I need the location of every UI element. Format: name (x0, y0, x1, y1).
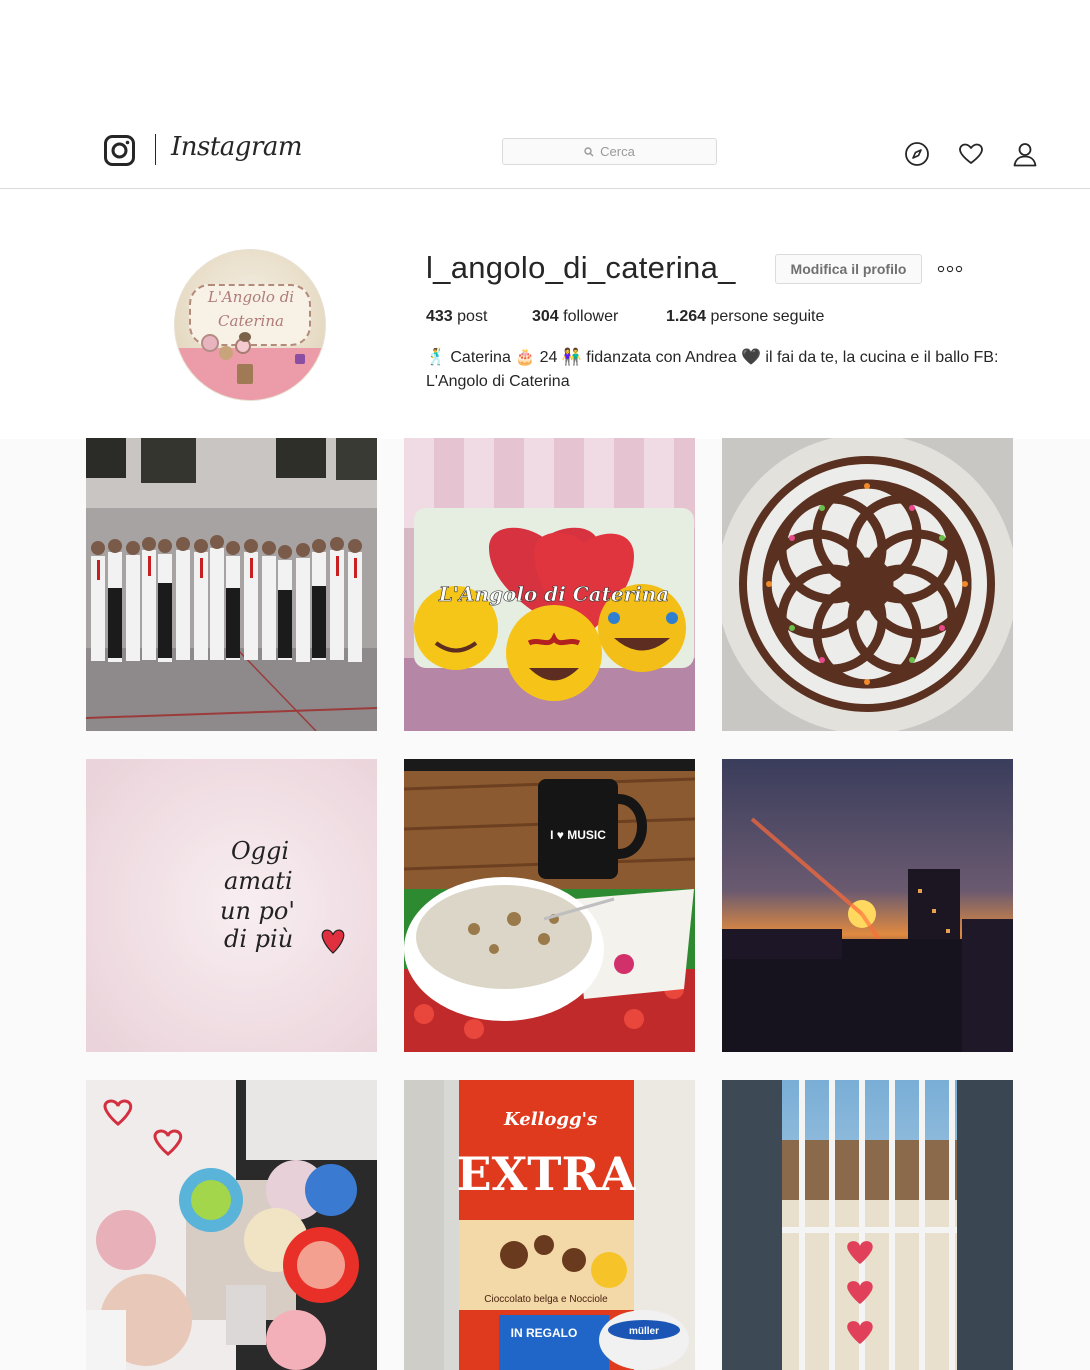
sunset-photo (722, 759, 1013, 1052)
avatar-text-line2: Caterina (218, 312, 284, 330)
post-tile[interactable]: Kellogg's EXTRA Cioccolato belga e Nocci… (404, 1080, 695, 1370)
heart-icon[interactable] (958, 141, 984, 167)
posts-stat: 433 post (426, 308, 487, 326)
window-view-photo (722, 1080, 1013, 1370)
top-navbar: Instagram Cerca (0, 118, 1090, 189)
baking-cups-photo (86, 1080, 377, 1370)
post-tile[interactable] (722, 759, 1013, 1052)
search-placeholder: Cerca (600, 144, 635, 159)
profile-username: l_angolo_di_caterina_ (426, 250, 736, 285)
yogurt-brand-text: müller (629, 1326, 659, 1337)
nav-divider (155, 134, 156, 165)
instagram-glyph-icon[interactable] (104, 135, 135, 166)
post-tile[interactable]: Oggi amati un po' di più (86, 759, 377, 1052)
top-blank-area (0, 0, 1090, 118)
decorated-cake-photo (722, 438, 1013, 731)
box-subtitle-text: Cioccolato belga e Nocciole (484, 1294, 608, 1305)
breakfast-bowl-photo: I ♥ MUSIC (404, 759, 695, 1052)
post-tile[interactable]: L'Angolo di Caterina (404, 438, 695, 731)
following-label: persone seguite (710, 308, 825, 325)
cereal-box-photo: Kellogg's EXTRA Cioccolato belga e Nocci… (404, 1080, 695, 1370)
quote-line-1: Oggi (231, 837, 289, 865)
following-stat[interactable]: 1.264 persone seguite (666, 308, 824, 326)
post-tile[interactable] (722, 1080, 1013, 1370)
following-count: 1.264 (666, 308, 707, 325)
posts-count: 433 (426, 308, 453, 325)
cushion-overlay-text: L'Angolo di Caterina (438, 582, 670, 606)
post-tile[interactable] (86, 438, 377, 731)
post-tile[interactable]: I ♥ MUSIC (404, 759, 695, 1052)
search-input[interactable]: Cerca (502, 138, 717, 165)
box-promo-text: IN REGALO (511, 1326, 578, 1340)
compass-icon[interactable] (904, 141, 930, 167)
dance-group-photo (86, 438, 377, 731)
avatar-flower-decoration (201, 334, 219, 352)
followers-count: 304 (532, 308, 559, 325)
avatar-bird-decoration (239, 332, 251, 342)
avatar-instagram-badge-icon (295, 354, 305, 364)
profile-bio: 🕺 Caterina 🎂 24 👫 fidanzata con Andrea 🖤… (426, 346, 1026, 394)
profile-avatar[interactable]: L'Angolo di Caterina (174, 249, 326, 401)
post-tile[interactable] (86, 1080, 377, 1370)
edit-profile-button[interactable]: Modifica il profilo (775, 254, 922, 284)
quote-line-4: di più (224, 925, 293, 953)
handwritten-quote-photo: Oggi amati un po' di più (86, 759, 377, 1052)
search-icon (584, 146, 594, 157)
avatar-text-line1: L'Angolo di (207, 288, 295, 306)
post-tile[interactable] (722, 438, 1013, 731)
posts-label: post (457, 308, 488, 325)
quote-line-3: un po' (220, 897, 295, 925)
more-options-icon[interactable] (935, 258, 965, 280)
mug-text: I ♥ MUSIC (550, 828, 606, 842)
box-title-text: EXTRA (457, 1147, 637, 1201)
followers-label: follower (563, 308, 619, 325)
instagram-wordmark[interactable]: Instagram (171, 132, 303, 162)
box-brand-text: Kellogg's (503, 1109, 597, 1130)
user-icon[interactable] (1012, 141, 1038, 167)
emoji-cushions-photo: L'Angolo di Caterina (404, 438, 695, 731)
quote-line-2: amati (224, 867, 293, 895)
avatar-flower-decoration (219, 346, 233, 360)
avatar-birdhouse-decoration (237, 364, 253, 384)
bio-line-1: 🕺 Caterina 🎂 24 👫 fidanzata con Andrea 🖤… (426, 349, 999, 366)
followers-stat[interactable]: 304 follower (532, 308, 618, 326)
bio-line-2: L'Angolo di Caterina (426, 373, 570, 390)
